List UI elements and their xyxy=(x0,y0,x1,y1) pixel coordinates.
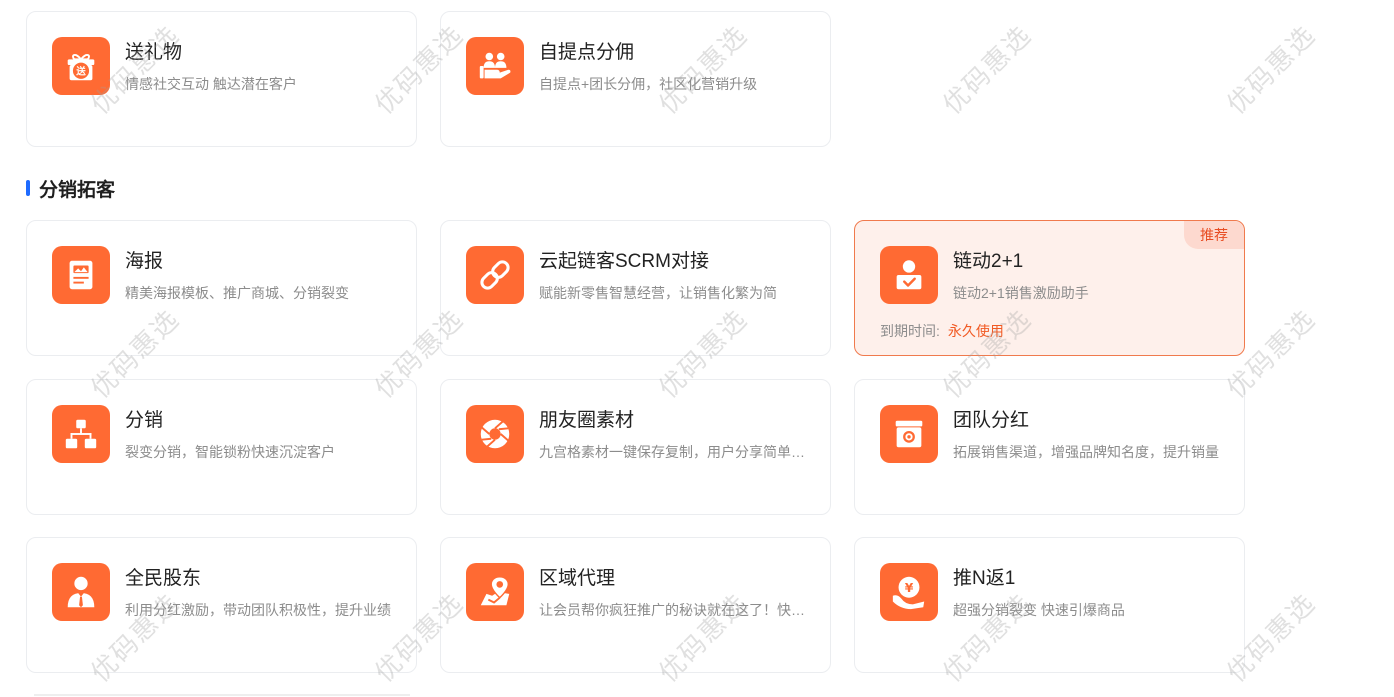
expire-value: 永久使用 xyxy=(947,323,1004,339)
watermark: 优码惠选 xyxy=(1220,19,1322,120)
org-chart-icon xyxy=(52,405,110,463)
user-badge-icon xyxy=(880,246,938,304)
recommend-badge: 推荐 xyxy=(1184,221,1244,249)
map-pin-icon xyxy=(466,563,524,621)
card-shareholder[interactable]: 全民股东 利用分红激励，带动团队积极性，提升业绩 xyxy=(26,537,417,673)
card-desc: 拓展销售渠道，增强品牌知名度，提升销量 xyxy=(953,444,1219,460)
card-desc: 精美海报模板、推广商城、分销裂变 xyxy=(125,285,349,301)
card-desc: 利用分红激励，带动团队积极性，提升业绩 xyxy=(125,602,391,618)
card-title: 云起链客SCRM对接 xyxy=(539,251,709,272)
card-desc: 赋能新零售智慧经营，让销售化繁为简 xyxy=(539,285,777,301)
shareholder-icon xyxy=(52,563,110,621)
card-desc: 九宫格素材一键保存复制，用户分享简单便捷 xyxy=(539,444,809,460)
card-gift[interactable]: 送 送礼物 情感社交互动 触达潜在客户 xyxy=(26,11,417,147)
card-title: 团队分红 xyxy=(953,410,1030,431)
card-title: 区域代理 xyxy=(539,568,616,589)
card-pickup-commission[interactable]: 自提点分佣 自提点+团长分佣，社区化营销升级 xyxy=(440,11,831,147)
card-push-n-return-1[interactable]: ¥ 推N返1 超强分销裂变 快速引爆商品 xyxy=(854,537,1245,673)
card-regional-agent[interactable]: 区域代理 让会员帮你疯狂推广的秘诀就在这了！快来试试 xyxy=(440,537,831,673)
card-title: 分销 xyxy=(125,410,164,431)
card-title: 链动2+1 xyxy=(953,251,1024,272)
card-title: 全民股东 xyxy=(125,568,202,589)
card-title: 海报 xyxy=(125,251,164,272)
card-desc: 情感社交互动 触达潜在客户 xyxy=(125,76,297,92)
card-moments-material[interactable]: 朋友圈素材 九宫格素材一键保存复制，用户分享简单便捷 xyxy=(440,379,831,515)
card-title: 朋友圈素材 xyxy=(539,410,635,431)
section-accent-bar xyxy=(26,180,30,196)
svg-text:¥: ¥ xyxy=(905,581,914,595)
link-icon xyxy=(466,246,524,304)
gift-icon: 送 xyxy=(52,37,110,95)
poster-icon xyxy=(52,246,110,304)
card-desc: 自提点+团长分佣，社区化营销升级 xyxy=(539,76,758,92)
section-title: 分销拓客 xyxy=(39,179,116,201)
card-desc: 链动2+1销售激励助手 xyxy=(953,285,1089,301)
aperture-icon xyxy=(466,405,524,463)
expire-label: 到期时间: xyxy=(880,323,940,339)
watermark: 优码惠选 xyxy=(936,19,1038,120)
card-title: 推N返1 xyxy=(953,568,1016,589)
section-header: 分销拓客 xyxy=(26,174,115,202)
card-title: 自提点分佣 xyxy=(539,42,635,63)
card-title: 送礼物 xyxy=(125,42,183,63)
card-desc: 裂变分销，智能锁粉快速沉淀客户 xyxy=(125,444,335,460)
card-scrm[interactable]: 云起链客SCRM对接 赋能新零售智慧经营，让销售化繁为简 xyxy=(440,220,831,356)
dividend-box-icon xyxy=(880,405,938,463)
card-desc: 超强分销裂变 快速引爆商品 xyxy=(953,602,1125,618)
group-hands-icon xyxy=(466,37,524,95)
card-desc: 让会员帮你疯狂推广的秘诀就在这了！快来试试 xyxy=(539,602,809,618)
card-poster[interactable]: 海报 精美海报模板、推广商城、分销裂变 xyxy=(26,220,417,356)
card-chain-2plus1[interactable]: 推荐 链动2+1 链动2+1销售激励助手 到期时间: 永久使用 xyxy=(854,220,1245,356)
svg-text:送: 送 xyxy=(75,66,86,78)
card-team-dividend[interactable]: 团队分红 拓展销售渠道，增强品牌知名度，提升销量 xyxy=(854,379,1245,515)
yuan-coin-hand-icon: ¥ xyxy=(880,563,938,621)
expire-info: 到期时间: 永久使用 xyxy=(880,321,1004,341)
card-distribution[interactable]: 分销 裂变分销，智能锁粉快速沉淀客户 xyxy=(26,379,417,515)
next-card-edge xyxy=(34,694,410,696)
